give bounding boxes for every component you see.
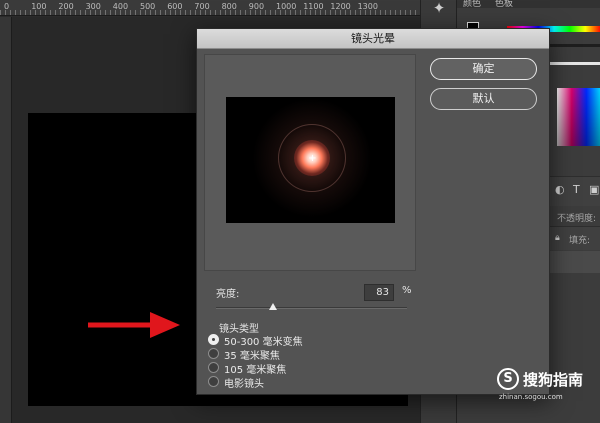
ruler-label: 300 [85, 2, 101, 11]
lens-flare-dialog: 镜头光晕 + 确定 默认 亮度: % 镜头类型 50-300 毫米变焦35 毫米… [196, 28, 550, 395]
lens-type-label: 35 毫米聚焦 [224, 351, 280, 362]
puzzle-icon[interactable]: ✦ [431, 0, 447, 16]
ruler-label: 0 [4, 2, 10, 11]
ruler-label: 1000 [276, 2, 297, 11]
ruler-label: 1300 [357, 2, 378, 11]
vertical-ruler [0, 17, 12, 423]
ruler-label: 400 [112, 2, 129, 11]
lens-type-label: 电影镜头 [224, 379, 264, 390]
arrow-icon [88, 312, 180, 338]
brightness-slider-thumb[interactable] [269, 303, 278, 310]
brightness-track[interactable] [216, 307, 407, 309]
color-field[interactable] [557, 88, 600, 146]
radio-button[interactable] [208, 362, 219, 373]
fill-label: 填充: [569, 236, 591, 246]
tab-swatches[interactable]: 色板 [495, 0, 513, 9]
sogou-logo-icon: S [497, 368, 519, 390]
lens-type-label: 105 毫米聚焦 [224, 365, 287, 376]
lock-icon[interactable]: 🔒︎ [555, 233, 560, 243]
ruler-label: 200 [58, 2, 74, 11]
radio-button[interactable] [208, 348, 219, 359]
lens-type-label: 50-300 毫米变焦 [224, 337, 303, 348]
brightness-input[interactable] [364, 284, 394, 301]
radio-button[interactable] [208, 376, 219, 387]
reset-button[interactable]: 默认 [430, 88, 537, 110]
ruler-label: 700 [194, 2, 210, 11]
ok-button[interactable]: 确定 [430, 58, 537, 80]
ruler-label: 100 [31, 2, 47, 11]
crosshair-icon[interactable]: + [308, 154, 317, 164]
brightness-unit: % [402, 285, 412, 296]
shape-icon[interactable]: ◐ [555, 183, 565, 196]
ruler-label: 500 [140, 2, 156, 11]
ruler-label: 600 [167, 2, 183, 11]
ruler-label: 1200 [330, 2, 351, 11]
ruler-label: 1100 [303, 2, 324, 11]
opacity-label: 不透明度: [557, 214, 597, 224]
watermark-text: 搜狗指南 [523, 371, 584, 389]
sogou-watermark: S 搜狗指南 zhinan.sogou.com [497, 368, 589, 401]
text-tool-icon[interactable]: T [573, 183, 580, 196]
brightness-label: 亮度: [216, 289, 240, 300]
tab-color[interactable]: 颜色 [463, 0, 481, 9]
preview-panel: + [204, 54, 416, 271]
panel-tabs: 颜色 色板 [457, 0, 600, 9]
dialog-title[interactable]: 镜头光晕 [197, 29, 549, 49]
horizontal-ruler: 0 100 200 300 400 500 600 700 800 900 1000 1100 1200… [0, 0, 420, 16]
radio-button[interactable] [208, 334, 219, 345]
ruler-label: 900 [248, 2, 265, 11]
frame-icon[interactable]: ▣ [589, 183, 599, 196]
watermark-url: zhinan.sogou.com [499, 393, 563, 401]
ruler-label: 800 [221, 2, 237, 11]
flare-preview[interactable]: + [226, 97, 395, 223]
